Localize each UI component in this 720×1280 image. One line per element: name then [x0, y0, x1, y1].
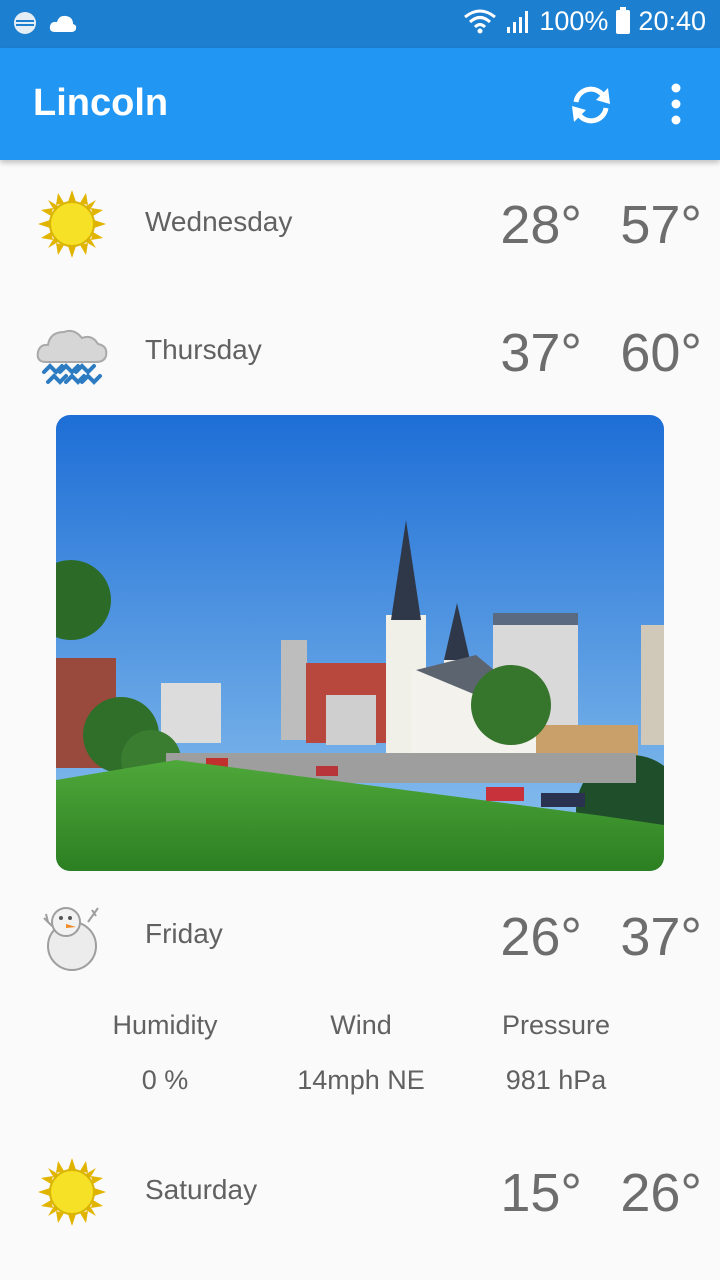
day-label: Thursday [145, 334, 262, 365]
wind-value: 14mph NE [297, 1065, 425, 1095]
wind-detail: Wind 14mph NE [251, 1010, 471, 1096]
forecast-row-saturday[interactable]: Saturday 15° 26° [0, 1128, 720, 1256]
high-temperature: 60° [620, 323, 702, 383]
wind-label: Wind [330, 1010, 392, 1040]
day-label: Friday [145, 918, 223, 949]
day-label: Saturday [145, 1174, 258, 1205]
battery-icon [616, 6, 631, 34]
battery-percent: 100% [539, 6, 609, 36]
more-options-icon[interactable] [660, 78, 692, 130]
weather-notification-icon [14, 12, 36, 34]
high-temperature: 37° [620, 907, 702, 967]
low-temperature: 37° [500, 323, 582, 383]
rain-cloud-icon [36, 329, 108, 385]
day-label: Wednesday [145, 206, 293, 237]
clock: 20:40 [638, 6, 706, 36]
humidity-detail: Humidity 0 % [55, 1010, 275, 1096]
humidity-value: 0 % [141, 1065, 189, 1095]
pressure-detail: Pressure 981 hPa [446, 1010, 666, 1096]
cloud-notification-icon [49, 15, 77, 32]
wifi-icon [464, 9, 497, 33]
snowman-icon [43, 907, 99, 971]
sun-icon [38, 190, 106, 258]
high-temperature: 26° [620, 1163, 702, 1223]
city-photo [56, 415, 664, 871]
status-bar: 100% 20:40 [0, 0, 720, 48]
forecast-row-friday[interactable]: Friday 26° 37° [0, 872, 720, 1000]
city-title: Lincoln [33, 82, 169, 124]
high-temperature: 57° [620, 195, 702, 255]
weather-details: Humidity 0 % Wind 14mph NE Pressure 981 … [0, 1010, 720, 1120]
pressure-value: 981 hPa [505, 1065, 607, 1095]
humidity-label: Humidity [112, 1010, 218, 1040]
refresh-icon[interactable] [568, 82, 614, 128]
app-toolbar: Lincoln [0, 48, 720, 160]
sun-icon [38, 1158, 106, 1226]
forecast-row-wednesday[interactable]: Wednesday 28° 57° [0, 160, 720, 288]
low-temperature: 15° [500, 1163, 582, 1223]
low-temperature: 28° [500, 195, 582, 255]
pressure-label: Pressure [501, 1010, 611, 1040]
low-temperature: 26° [500, 907, 582, 967]
signal-icon [507, 10, 529, 33]
forecast-row-thursday[interactable]: Thursday 37° 60° [0, 288, 720, 416]
